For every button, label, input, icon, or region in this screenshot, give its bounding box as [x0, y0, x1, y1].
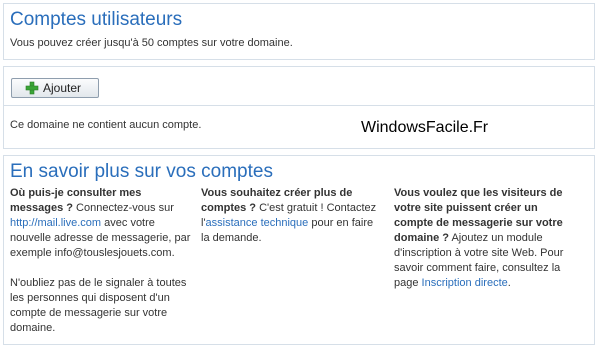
add-account-label: Ajouter: [43, 81, 82, 95]
learn-more-panel: En savoir plus sur vos comptes Où puis-j…: [3, 155, 595, 345]
faq-text: .: [507, 277, 511, 289]
plus-icon: [25, 81, 39, 95]
faq-note: N'oubliez pas de le signaler à toutes le…: [10, 277, 187, 334]
accounts-subtitle: Vous pouvez créer jusqu'à 50 comptes sur…: [10, 37, 293, 49]
faq-visitor-signup: Vous voulez que les visiteurs de votre s…: [394, 186, 576, 291]
faq-mail-access: Où puis-je consulter mes messages ? Conn…: [10, 186, 192, 336]
accounts-title: Comptes utilisateurs: [10, 9, 183, 30]
direct-signup-link[interactable]: Inscription directe: [422, 277, 508, 289]
faq-more-accounts: Vous souhaitez créer plus de comptes ? C…: [201, 186, 383, 246]
mail-live-link[interactable]: http://mail.live.com: [10, 217, 101, 229]
empty-accounts-message: Ce domaine ne contient aucun compte.: [10, 119, 202, 131]
add-account-button[interactable]: Ajouter: [11, 78, 99, 98]
accounts-panel: Comptes utilisateurs Vous pouvez créer j…: [3, 3, 595, 60]
accounts-list-panel: Ajouter Ce domaine ne contient aucun com…: [3, 66, 595, 149]
faq-text: Connectez-vous sur: [72, 202, 174, 214]
watermark: WindowsFacile.Fr: [361, 119, 489, 136]
tech-support-link[interactable]: assistance technique: [206, 217, 309, 229]
learn-more-title: En savoir plus sur vos comptes: [10, 161, 273, 182]
toolbar-divider: [4, 105, 594, 106]
